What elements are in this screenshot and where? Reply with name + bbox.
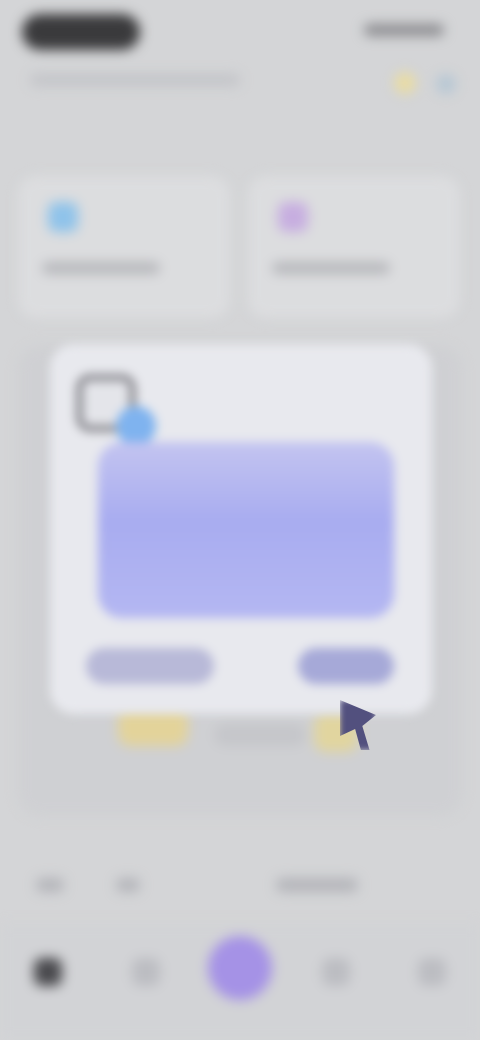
dialog-primary-button[interactable] [298,648,394,684]
profile-icon[interactable] [418,958,446,986]
list-label [36,878,64,892]
status-bar-time [22,14,140,50]
list-label [276,878,358,892]
decorative-shape [214,724,306,746]
list-icon[interactable] [132,958,160,986]
avatar[interactable] [436,74,456,94]
app-screen [0,0,480,1040]
modal-dialog [50,344,432,714]
list-label [116,878,140,892]
home-icon[interactable] [34,958,62,986]
dialog-secondary-button[interactable] [86,648,214,684]
quick-action-label [42,262,160,274]
purple-square-icon [278,202,308,232]
quick-action-card[interactable] [18,176,230,318]
badge-icon [116,406,156,446]
tab-bar [0,924,480,1040]
add-button[interactable] [208,936,272,1000]
quick-action-card[interactable] [248,176,460,318]
sun-icon[interactable] [394,72,416,94]
dialog-highlight [98,442,394,618]
chart-icon[interactable] [322,958,350,986]
blue-square-icon [48,202,78,232]
header-subtitle [30,74,240,86]
status-bar-indicators [364,24,444,36]
quick-action-label [272,262,390,274]
